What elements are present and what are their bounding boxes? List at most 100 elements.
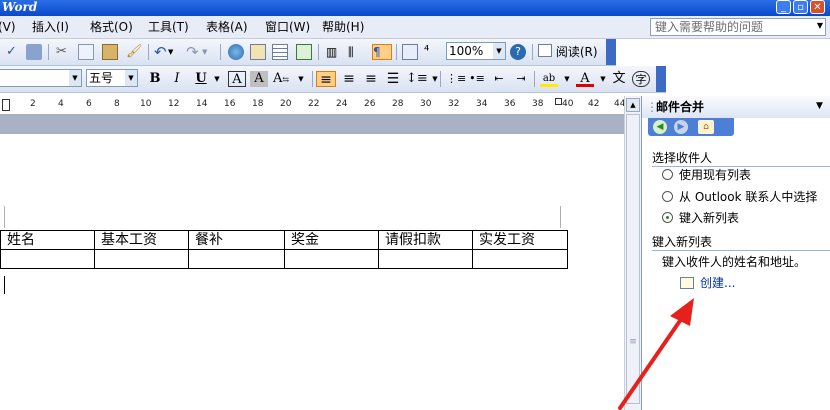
- research-icon[interactable]: [26, 44, 42, 60]
- redo-icon[interactable]: ↷: [186, 44, 202, 60]
- ruler-tick: 40: [562, 99, 574, 109]
- chevron-down-icon[interactable]: ▼: [125, 70, 137, 86]
- close-button[interactable]: ✕: [810, 0, 825, 14]
- back-icon[interactable]: ◀: [653, 120, 667, 134]
- align-center-button[interactable]: ≡: [340, 71, 358, 87]
- help-icon[interactable]: ?: [510, 44, 526, 60]
- cut-icon[interactable]: ✂: [56, 44, 72, 60]
- font-color-button[interactable]: A: [576, 71, 594, 87]
- scroll-up-button[interactable]: ▲: [626, 98, 640, 112]
- tables-borders-icon[interactable]: [250, 44, 266, 60]
- chevron-down-icon[interactable]: ▼: [69, 70, 81, 86]
- bold-button[interactable]: B: [146, 71, 164, 87]
- line-spacing-button[interactable]: ↕≡: [406, 71, 428, 87]
- indent-marker[interactable]: [2, 99, 10, 111]
- table-cell[interactable]: 基本工资: [94, 230, 189, 250]
- menu-tools[interactable]: 工具(T): [148, 19, 189, 35]
- menu-insert[interactable]: 插入(I): [32, 19, 69, 35]
- preview-icon[interactable]: [402, 44, 418, 60]
- decrease-indent-button[interactable]: ⇤: [490, 71, 508, 87]
- chevron-down-icon[interactable]: ▼: [558, 71, 576, 87]
- table-cell[interactable]: 奖金: [284, 230, 379, 250]
- menu-view[interactable]: 视图(V): [0, 19, 16, 35]
- table-cell[interactable]: [94, 249, 189, 269]
- home-icon[interactable]: ⌂: [698, 120, 714, 134]
- radio-outlook-contacts[interactable]: [662, 191, 673, 202]
- align-left-button[interactable]: ≡: [316, 71, 336, 88]
- read-mode-button[interactable]: 阅读(R): [538, 44, 598, 60]
- hyperlink-icon[interactable]: [228, 44, 244, 60]
- enclose-char-button[interactable]: 字: [632, 71, 650, 87]
- table-cell[interactable]: [0, 249, 95, 269]
- chevron-down-icon[interactable]: ▼: [817, 21, 823, 30]
- table-cell[interactable]: [188, 249, 285, 269]
- chevron-down-icon[interactable]: ▼: [426, 71, 444, 87]
- salary-table[interactable]: 姓名 基本工资 餐补 奖金 请假扣款 实发工资: [0, 230, 568, 269]
- minimize-button[interactable]: _: [776, 0, 791, 14]
- char-shading-button[interactable]: A: [250, 71, 268, 87]
- chevron-down-icon[interactable]: ▼: [202, 44, 218, 60]
- zoom-select[interactable]: 100% ▼: [446, 42, 506, 60]
- paste-icon[interactable]: [102, 44, 118, 60]
- toolbar-options-handle[interactable]: [606, 39, 616, 65]
- align-right-button[interactable]: ≡: [362, 71, 380, 87]
- forward-icon[interactable]: ▶: [674, 120, 688, 134]
- columns-icon[interactable]: ▥: [326, 44, 342, 60]
- margin-corner: [560, 206, 561, 228]
- chevron-down-icon[interactable]: ▼: [493, 43, 505, 59]
- right-margin-marker[interactable]: [555, 98, 562, 105]
- section-heading: 键入新列表: [652, 235, 713, 249]
- ruler-tick: 42: [588, 99, 600, 109]
- table-cell[interactable]: [284, 249, 379, 269]
- help-search-input[interactable]: 键入需要帮助的问题 ▼: [650, 18, 826, 36]
- ruler-tick: 36: [504, 99, 516, 109]
- toolbar-options-handle[interactable]: [656, 66, 666, 92]
- highlight-button[interactable]: ab: [540, 71, 558, 87]
- copy-icon[interactable]: [78, 44, 94, 60]
- increase-indent-button[interactable]: ⇥: [512, 71, 530, 87]
- ruler-tick: 4: [58, 99, 64, 109]
- excel-icon[interactable]: [296, 44, 312, 60]
- italic-button[interactable]: I: [168, 71, 186, 87]
- chevron-down-icon[interactable]: ▼: [208, 71, 226, 87]
- document-map-icon[interactable]: ¶: [372, 44, 392, 60]
- table-cell[interactable]: 姓名: [0, 230, 95, 250]
- char-border-button[interactable]: A: [228, 71, 246, 87]
- font-name-select[interactable]: ▼: [0, 69, 82, 87]
- option-label[interactable]: 使用现有列表: [679, 167, 751, 183]
- font-size-select[interactable]: 五号 ▼: [86, 69, 138, 87]
- table-cell[interactable]: [472, 249, 568, 269]
- menu-table[interactable]: 表格(A): [206, 19, 248, 35]
- chevron-down-icon[interactable]: ▼: [816, 101, 823, 111]
- numbering-button[interactable]: ⋮≡: [446, 71, 466, 87]
- radio-new-list[interactable]: [662, 212, 673, 223]
- table-cell[interactable]: 餐补: [188, 230, 285, 250]
- margin-corner: [4, 206, 5, 228]
- radio-existing-list[interactable]: [662, 169, 673, 180]
- drawing-icon[interactable]: ⫼: [348, 44, 364, 60]
- show-hide-icon[interactable]: ⁴: [424, 44, 440, 60]
- format-painter-icon[interactable]: 🖌: [126, 44, 143, 60]
- ruler-tick: 34: [476, 99, 488, 109]
- table-cell[interactable]: 请假扣款: [378, 230, 473, 250]
- section-description: 键入收件人的姓名和地址。: [662, 255, 807, 269]
- justify-button[interactable]: ☰: [384, 71, 402, 87]
- phonetic-guide-button[interactable]: 文: [610, 71, 628, 87]
- insert-table-icon[interactable]: [272, 44, 288, 60]
- restore-button[interactable]: ▫: [793, 0, 808, 14]
- option-label[interactable]: 键入新列表: [679, 210, 739, 226]
- create-link[interactable]: 创建...: [700, 275, 735, 291]
- bullets-button[interactable]: •≡: [468, 71, 486, 87]
- option-label[interactable]: 从 Outlook 联系人中选择: [679, 189, 817, 205]
- horizontal-ruler[interactable]: 2 4 6 8 10 12 14 16 18 20 22 24 26 28 30…: [0, 96, 640, 115]
- document-page[interactable]: [0, 134, 624, 410]
- chevron-down-icon[interactable]: ▼: [292, 71, 310, 87]
- chevron-down-icon[interactable]: ▼: [168, 44, 184, 60]
- menu-window[interactable]: 窗口(W): [265, 19, 310, 35]
- spelling-icon[interactable]: ✓: [6, 44, 22, 60]
- char-scaling-button[interactable]: A⇆: [272, 71, 290, 87]
- menu-format[interactable]: 格式(O): [90, 19, 133, 35]
- table-cell[interactable]: [378, 249, 473, 269]
- table-cell[interactable]: 实发工资: [472, 230, 568, 250]
- menu-help[interactable]: 帮助(H): [322, 19, 364, 35]
